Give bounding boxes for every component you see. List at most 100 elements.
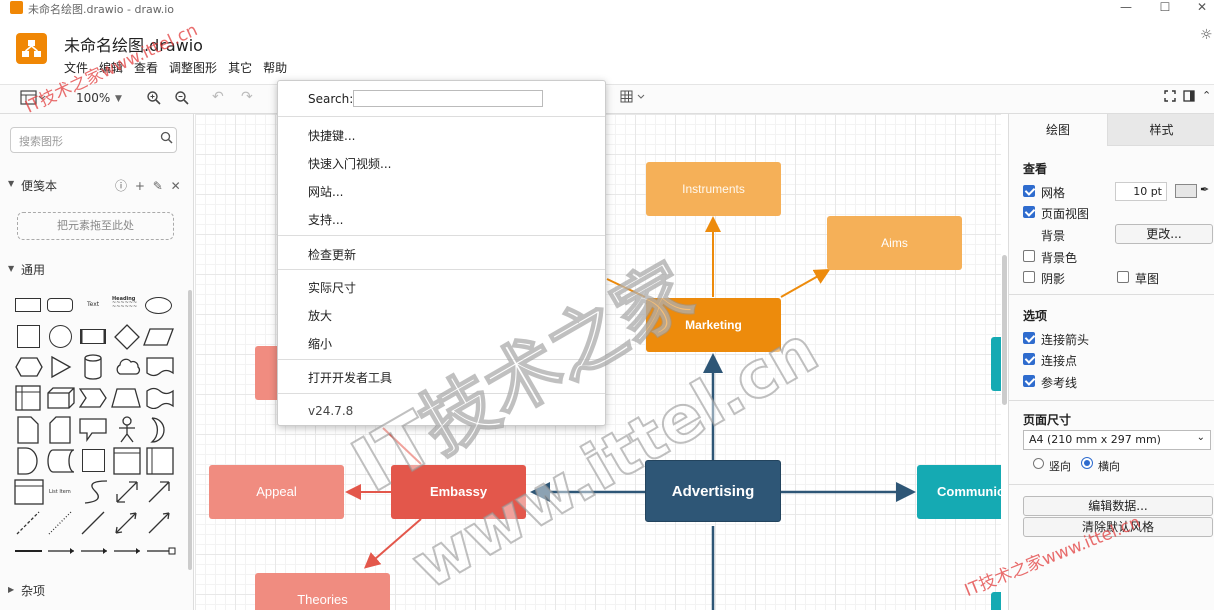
tab-style[interactable]: 样式 bbox=[1107, 114, 1214, 146]
general-section-title[interactable]: 通用 bbox=[21, 261, 45, 278]
shape-note[interactable] bbox=[17, 416, 39, 444]
shape-callout[interactable] bbox=[79, 418, 107, 442]
help-icon[interactable]: ⓘ bbox=[115, 179, 127, 193]
shape-rounded-rectangle[interactable] bbox=[47, 298, 73, 312]
grid-size-input[interactable]: 10 pt bbox=[1115, 182, 1167, 201]
clear-default-style-button[interactable]: 清除默认风格 bbox=[1023, 517, 1213, 537]
node-advertising[interactable]: Advertising bbox=[645, 460, 781, 522]
menu-item-quickstart-video[interactable]: 快速入门视频... bbox=[308, 155, 391, 172]
menu-help[interactable]: 帮助 bbox=[263, 59, 287, 75]
scratchpad-drop-zone[interactable]: 把元素拖至此处 bbox=[17, 212, 174, 240]
chevron-down-icon[interactable]: ▼ bbox=[115, 94, 122, 112]
shape-tape[interactable] bbox=[145, 387, 175, 409]
shape-square-2[interactable] bbox=[82, 449, 105, 472]
shape-diamond[interactable] bbox=[113, 323, 141, 351]
menu-file[interactable]: 文件 bbox=[64, 59, 88, 75]
maximize-button[interactable]: ☐ bbox=[1151, 0, 1179, 16]
shape-actor[interactable] bbox=[117, 416, 137, 444]
shadow-checkbox[interactable] bbox=[1023, 271, 1035, 283]
shape-textbox[interactable]: Heading ~~~~~~ ~~~~~~ bbox=[112, 297, 137, 310]
redo-icon[interactable]: ↷ bbox=[241, 89, 253, 107]
connection-arrows-checkbox[interactable] bbox=[1023, 332, 1035, 344]
canvas-scrollbar[interactable] bbox=[1002, 255, 1007, 405]
node-appeal[interactable]: Appeal bbox=[209, 465, 344, 519]
node-instruments[interactable]: Instruments bbox=[646, 162, 781, 216]
portrait-radio[interactable] bbox=[1033, 458, 1044, 469]
help-search-input[interactable] bbox=[353, 90, 543, 107]
zoom-level[interactable]: 100% bbox=[76, 91, 110, 109]
menu-item-developer-tools[interactable]: 打开开发者工具 bbox=[308, 369, 392, 386]
shape-directional-connector[interactable] bbox=[146, 510, 172, 536]
close-button[interactable]: ✕ bbox=[1188, 0, 1214, 16]
zoom-in-icon[interactable] bbox=[146, 90, 162, 108]
page-size-select[interactable]: A4 (210 mm x 297 mm) ⌄ bbox=[1023, 430, 1211, 450]
chevron-up-icon[interactable]: ⌃ bbox=[1202, 89, 1211, 107]
minimize-button[interactable]: — bbox=[1112, 0, 1140, 16]
shape-parallelogram[interactable] bbox=[143, 327, 175, 347]
shape-document[interactable] bbox=[145, 356, 175, 378]
shape-step[interactable] bbox=[79, 387, 107, 409]
eyedropper-icon[interactable]: ✒ bbox=[1200, 183, 1209, 196]
scratchpad-title[interactable]: 便笺本 bbox=[21, 177, 57, 194]
shape-cube[interactable] bbox=[47, 387, 75, 409]
menu-arrange[interactable]: 调整图形 bbox=[169, 59, 217, 75]
background-color-checkbox[interactable] bbox=[1023, 250, 1035, 262]
menu-extras[interactable]: 其它 bbox=[228, 59, 252, 75]
shape-arrow[interactable] bbox=[145, 478, 173, 506]
shape-list[interactable] bbox=[14, 479, 44, 505]
shape-cloud[interactable] bbox=[112, 356, 142, 378]
shape-internal-storage[interactable] bbox=[15, 385, 41, 411]
tab-diagram[interactable]: 绘图 bbox=[1009, 114, 1107, 146]
shape-container[interactable] bbox=[113, 447, 141, 475]
grid-color-swatch[interactable] bbox=[1175, 184, 1197, 198]
menu-edit[interactable]: 编辑 bbox=[99, 59, 123, 75]
shape-square[interactable] bbox=[17, 325, 40, 348]
shape-bidirectional-connector[interactable] bbox=[113, 510, 139, 536]
shape-process[interactable] bbox=[80, 329, 106, 344]
node-embassy[interactable]: Embassy bbox=[391, 465, 526, 519]
shape-dotted-line[interactable] bbox=[47, 510, 73, 536]
shape-swimlane[interactable] bbox=[146, 447, 174, 475]
node-partial-right-top[interactable] bbox=[991, 337, 1001, 391]
edit-icon[interactable]: ✎ bbox=[153, 179, 163, 193]
connection-points-checkbox[interactable] bbox=[1023, 353, 1035, 365]
panel-toggle-icon[interactable] bbox=[1183, 90, 1195, 108]
shape-bidirectional-arrow[interactable] bbox=[113, 478, 141, 506]
shape-search-input[interactable]: 搜索图形 bbox=[10, 127, 177, 153]
node-theories[interactable]: Theories bbox=[255, 573, 390, 610]
sidebar-scrollbar[interactable] bbox=[188, 290, 192, 570]
zoom-out-icon[interactable] bbox=[174, 90, 190, 108]
landscape-radio[interactable] bbox=[1081, 457, 1093, 469]
document-title[interactable]: 未命名绘图.drawio bbox=[64, 32, 203, 56]
menu-item-zoom-in[interactable]: 放大 bbox=[308, 307, 332, 324]
close-icon[interactable]: ✕ bbox=[171, 179, 181, 193]
node-marketing[interactable]: Marketing bbox=[646, 298, 781, 352]
shape-data-storage[interactable] bbox=[47, 449, 75, 473]
menu-item-actual-size[interactable]: 实际尺寸 bbox=[308, 279, 356, 296]
shape-list-item[interactable]: List Item bbox=[49, 489, 71, 495]
fullscreen-icon[interactable] bbox=[1164, 90, 1176, 108]
shape-hexagon[interactable] bbox=[14, 356, 44, 378]
menu-item-support[interactable]: 支持... bbox=[308, 211, 343, 228]
shape-or[interactable] bbox=[149, 416, 169, 444]
shape-delay[interactable] bbox=[17, 447, 39, 475]
menu-item-zoom-out[interactable]: 缩小 bbox=[308, 335, 332, 352]
shape-connectors-row[interactable] bbox=[14, 547, 179, 555]
table-icon[interactable] bbox=[620, 90, 648, 108]
guides-checkbox[interactable] bbox=[1023, 375, 1035, 387]
chevron-down-icon[interactable]: ▼ bbox=[8, 264, 14, 273]
edit-data-button[interactable]: 编辑数据... bbox=[1023, 496, 1213, 516]
menu-item-check-updates[interactable]: 检查更新 bbox=[308, 246, 356, 263]
sketch-checkbox[interactable] bbox=[1117, 271, 1129, 283]
page-view-checkbox[interactable] bbox=[1023, 206, 1035, 218]
undo-icon[interactable]: ↶ bbox=[212, 89, 224, 107]
gear-icon[interactable]: ☼ bbox=[1200, 27, 1213, 43]
search-icon[interactable] bbox=[160, 131, 173, 148]
chevron-down-icon[interactable]: ▼ bbox=[8, 179, 14, 188]
shape-text[interactable]: Text bbox=[87, 301, 99, 308]
node-partial-right-bottom[interactable] bbox=[991, 592, 1001, 610]
node-aims[interactable]: Aims bbox=[827, 216, 962, 270]
shape-curve[interactable] bbox=[82, 478, 110, 506]
shape-cylinder[interactable] bbox=[83, 353, 103, 381]
grid-checkbox[interactable] bbox=[1023, 185, 1035, 197]
